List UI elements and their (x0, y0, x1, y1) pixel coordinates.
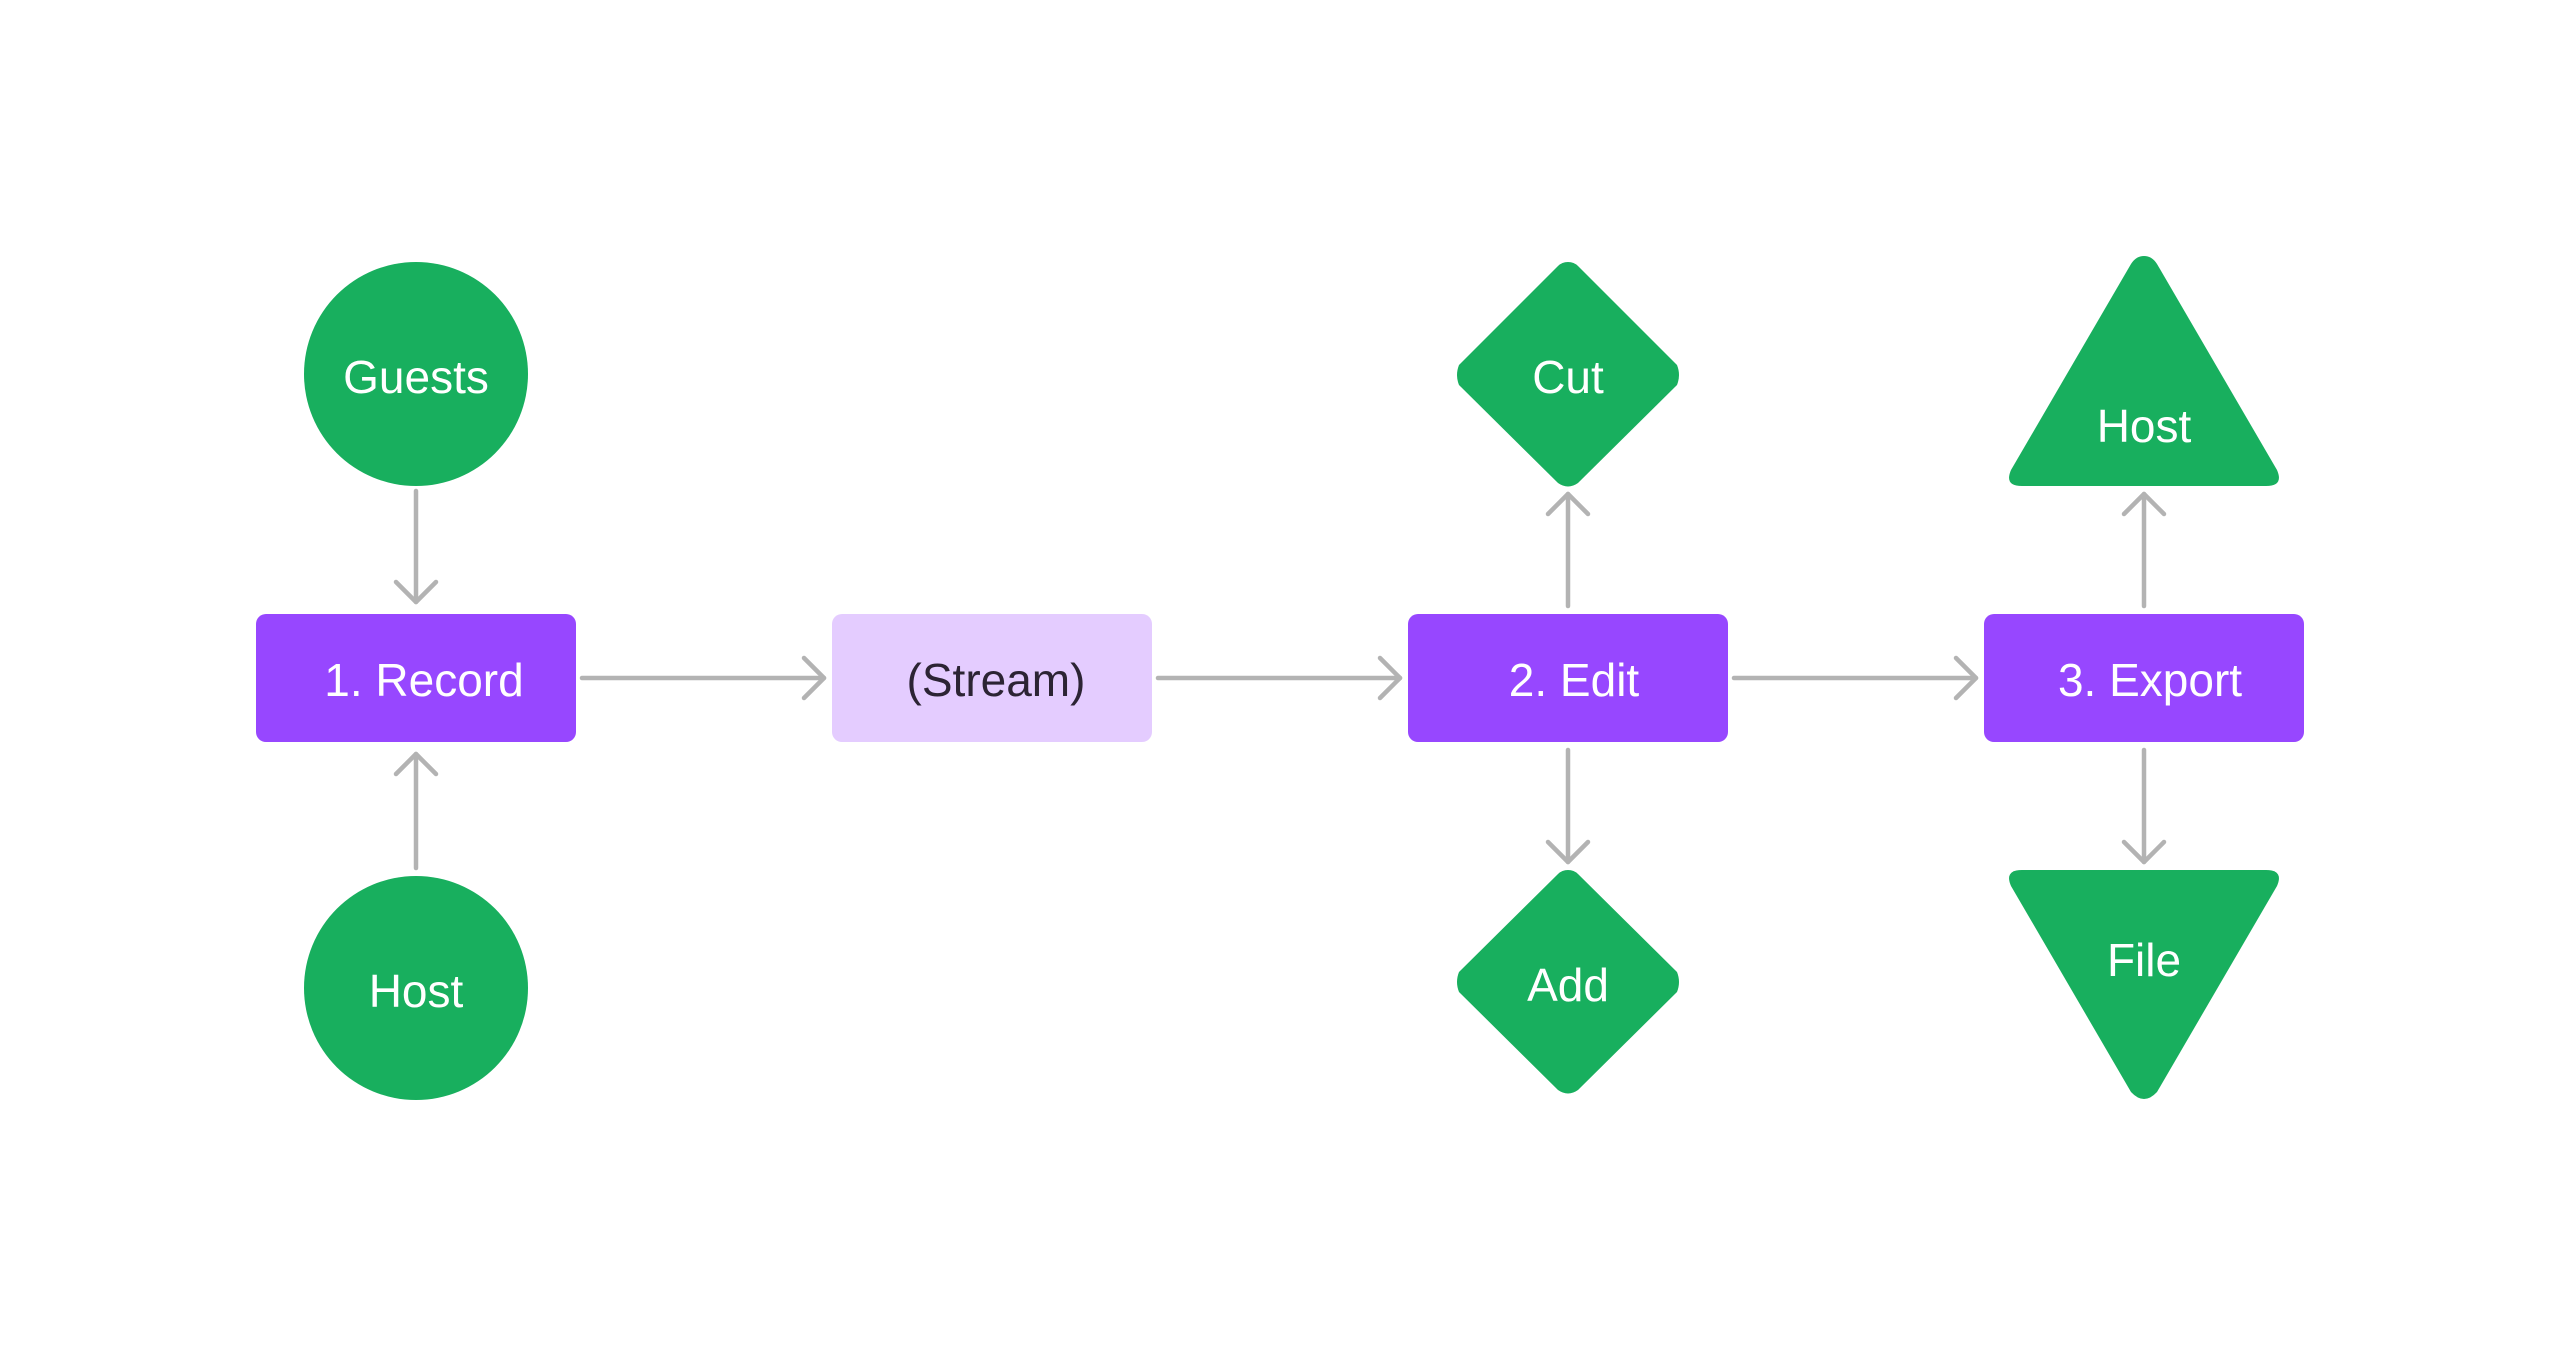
node-host-output[interactable]: Host (2009, 256, 2279, 486)
edges (393, 488, 2167, 871)
node-host-input[interactable]: Host (304, 876, 528, 1100)
edge-stream-to-edit (1155, 655, 1403, 701)
node-label: Host (369, 965, 464, 1017)
node-stream[interactable]: (Stream) (832, 614, 1152, 742)
edge-edit-to-add (1545, 747, 1591, 865)
node-label: 3. Export (2058, 654, 2242, 706)
edge-guests-to-record (393, 488, 439, 605)
node-export[interactable]: 3. Export (1984, 614, 2304, 742)
edge-export-to-host (2121, 491, 2167, 609)
edge-export-to-file (2121, 747, 2167, 865)
node-label: File (2107, 934, 2181, 986)
node-label: Cut (1532, 351, 1604, 403)
node-cut[interactable]: Cut (1457, 262, 1679, 487)
node-edit[interactable]: 2. Edit (1408, 614, 1728, 742)
node-guests[interactable]: Guests (304, 262, 528, 486)
edge-host-to-record (393, 751, 439, 871)
node-record[interactable]: 1. Record (256, 614, 576, 742)
node-label: 2. Edit (1509, 654, 1640, 706)
flow-diagram: 1. Record (Stream) 2. Edit 3. Export Gue… (256, 256, 2304, 1100)
node-label: 1. Record (324, 654, 523, 706)
node-add[interactable]: Add (1457, 870, 1679, 1094)
node-label: Guests (343, 351, 489, 403)
edge-record-to-stream (579, 655, 827, 701)
edge-edit-to-cut (1545, 491, 1591, 609)
node-file[interactable]: File (2009, 870, 2279, 1099)
node-label: (Stream) (907, 654, 1086, 706)
node-label: Add (1527, 959, 1609, 1011)
edge-edit-to-export (1731, 655, 1979, 701)
node-label: Host (2097, 400, 2192, 452)
